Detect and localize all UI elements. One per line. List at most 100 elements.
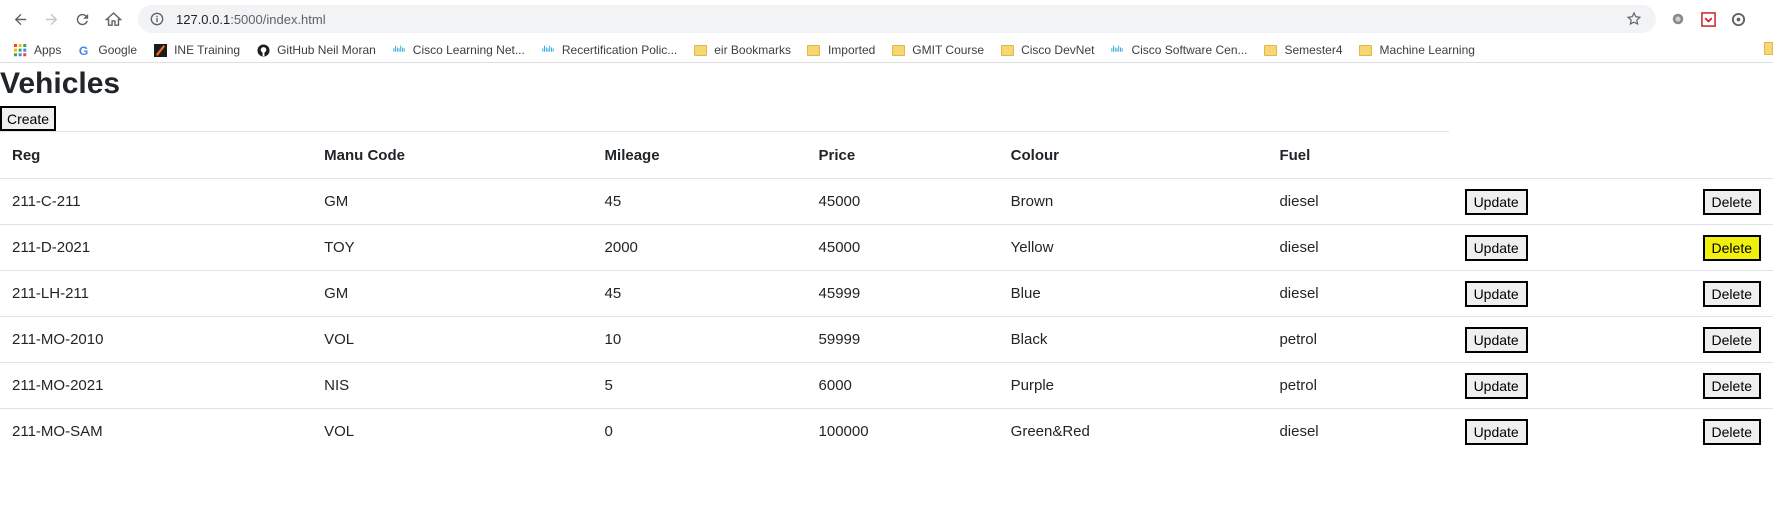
delete-button[interactable]: Delete [1702, 188, 1761, 215]
cell-mileage: 5 [592, 362, 807, 409]
url-path: :5000/index.html [230, 11, 326, 27]
bookmark-item[interactable]: Cisco Learning Net... [392, 43, 525, 57]
cell-mileage: 45 [592, 270, 807, 317]
sync-extension-icon[interactable] [1730, 11, 1746, 27]
bookmark-item[interactable]: Recertification Polic... [541, 43, 677, 57]
cell-manu-code: NIS [312, 362, 593, 409]
browser-toolbar: 127.0.0.1:5000/index.html [0, 0, 1773, 38]
delete-button[interactable]: Delete [1702, 280, 1761, 307]
bookmark-item[interactable]: Machine Learning [1359, 43, 1475, 57]
bookmark-label: eir Bookmarks [714, 43, 791, 57]
bookmark-item[interactable]: GMIT Course [891, 43, 984, 57]
bookmark-label: Recertification Polic... [561, 43, 678, 57]
update-button[interactable]: Update [1464, 188, 1528, 215]
extension-circle-icon[interactable] [1670, 11, 1686, 27]
bookmark-item[interactable]: eir Bookmarks [693, 43, 791, 57]
reload-icon[interactable] [71, 8, 93, 30]
folder-icon [1000, 43, 1014, 57]
cell-delete: Delete [1690, 224, 1773, 271]
cell-fuel: diesel [1267, 270, 1449, 317]
forward-arrow-icon[interactable] [40, 8, 62, 30]
header-colour: Colour [998, 131, 1268, 179]
table-header-row: Reg Manu Code Mileage Price Colour Fuel [0, 131, 1773, 179]
bookmark-label: Apps [34, 43, 62, 57]
cell-manu-code: VOL [312, 408, 593, 454]
delete-button[interactable]: Delete [1702, 418, 1761, 445]
cell-colour: Yellow [998, 224, 1268, 271]
bookmark-item[interactable]: Semester4 [1264, 43, 1343, 57]
home-icon[interactable] [102, 8, 124, 30]
cell-mileage: 45 [592, 178, 807, 225]
cell-mileage: 0 [592, 408, 807, 454]
cell-price: 59999 [806, 316, 999, 363]
cell-colour: Green&Red [998, 408, 1268, 454]
pocket-extension-icon[interactable] [1700, 11, 1716, 27]
cell-colour: Black [998, 316, 1268, 363]
cell-reg: 211-MO-SAM [0, 408, 313, 454]
cell-price: 6000 [806, 362, 999, 409]
address-bar[interactable]: 127.0.0.1:5000/index.html [138, 5, 1656, 33]
back-arrow-icon[interactable] [9, 8, 31, 30]
bookmark-item[interactable]: G Google [77, 43, 137, 57]
page-content: Vehicles Create Reg Manu Code Mileage Pr… [0, 66, 1773, 454]
cell-update: Update [1448, 178, 1691, 225]
cell-update: Update [1448, 408, 1691, 454]
cell-manu-code: TOY [312, 224, 593, 271]
bookmark-item[interactable]: INE Training [153, 43, 240, 57]
delete-button[interactable]: Delete [1702, 326, 1761, 353]
bookmark-label: GMIT Course [912, 43, 985, 57]
cell-reg: 211-MO-2021 [0, 362, 313, 409]
bookmark-label: Semester4 [1284, 43, 1343, 57]
update-button[interactable]: Update [1464, 326, 1528, 353]
bookmarks-bar: Apps G Google INE Training GitHub Neil Moran… [0, 38, 1773, 63]
bookmark-item[interactable]: Cisco Software Cen... [1110, 43, 1248, 57]
folder-icon [807, 43, 821, 57]
bookmark-label: Google [98, 43, 138, 57]
table-row: 211-LH-211 GM 45 45999 Blue diesel Update Delet… [0, 270, 1773, 317]
cell-price: 45000 [806, 224, 999, 271]
delete-button[interactable]: Delete [1702, 234, 1761, 261]
apps-grid-icon [13, 43, 27, 57]
update-button[interactable]: Update [1464, 280, 1528, 307]
cell-price: 100000 [806, 408, 999, 454]
cell-colour: Brown [998, 178, 1268, 225]
ine-icon [153, 43, 167, 57]
vehicles-table: Reg Manu Code Mileage Price Colour Fuel … [0, 131, 1773, 454]
cell-price: 45000 [806, 178, 999, 225]
cell-fuel: petrol [1267, 316, 1449, 363]
bookmark-label: Cisco Software Cen... [1131, 43, 1248, 57]
cell-update: Update [1448, 316, 1691, 363]
bookmark-item[interactable]: Imported [807, 43, 875, 57]
cell-delete: Delete [1690, 270, 1773, 317]
header-update-blank [1449, 132, 1691, 179]
vehicles-table-body: 211-C-211 GM 45 45000 Brown diesel Update Delet… [0, 178, 1773, 454]
extensions [1670, 11, 1760, 27]
cell-price: 45999 [806, 270, 999, 317]
cell-fuel: diesel [1267, 178, 1449, 225]
other-bookmarks-folder-icon[interactable] [1764, 42, 1773, 55]
bookmark-item[interactable]: Apps [13, 43, 61, 57]
header-price: Price [806, 131, 999, 179]
bookmark-label: GitHub Neil Moran [277, 43, 376, 57]
update-button[interactable]: Update [1464, 372, 1528, 399]
cell-update: Update [1448, 224, 1691, 271]
google-icon: G [77, 43, 91, 57]
table-row: 211-MO-2021 NIS 5 6000 Purple petrol Update Del… [0, 362, 1773, 409]
bookmark-star-icon[interactable] [1626, 11, 1642, 27]
url-host: 127.0.0.1 [176, 11, 231, 27]
bookmark-item[interactable]: GitHub Neil Moran [256, 43, 376, 57]
table-row: 211-MO-SAM VOL 0 100000 Green&Red diesel Updat… [0, 408, 1773, 454]
create-button[interactable]: Create [0, 106, 57, 131]
update-button[interactable]: Update [1464, 234, 1528, 261]
cell-delete: Delete [1690, 362, 1773, 409]
update-button[interactable]: Update [1464, 418, 1528, 445]
delete-button[interactable]: Delete [1702, 372, 1761, 399]
cell-fuel: diesel [1267, 224, 1449, 271]
url-text: 127.0.0.1:5000/index.html [176, 12, 326, 27]
cell-mileage: 2000 [592, 224, 807, 271]
svg-text:G: G [79, 44, 88, 57]
cell-fuel: petrol [1267, 362, 1449, 409]
info-icon[interactable] [150, 12, 164, 26]
bookmark-item[interactable]: Cisco DevNet [1000, 43, 1094, 57]
bookmark-label: Imported [827, 43, 876, 57]
